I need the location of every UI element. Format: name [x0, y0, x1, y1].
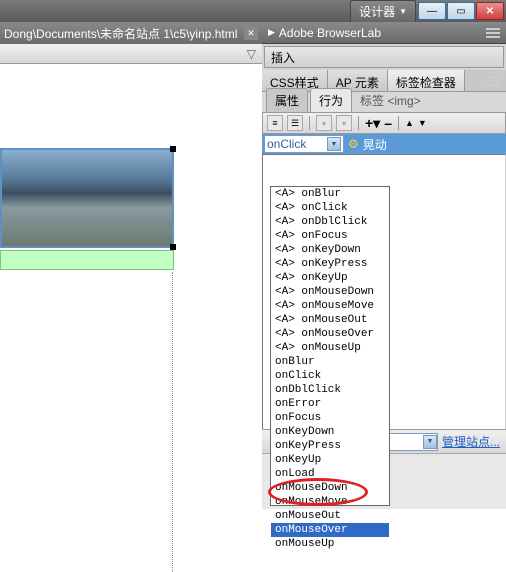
chevron-down-icon: ▼: [423, 435, 437, 449]
indent-right-icon[interactable]: ▫: [336, 115, 352, 131]
view-detail-icon[interactable]: ☰: [287, 115, 303, 131]
dropdown-item[interactable]: onKeyDown: [271, 425, 389, 439]
dropdown-item[interactable]: onClick: [271, 369, 389, 383]
remove-behavior-button[interactable]: –: [384, 115, 392, 131]
document-path: Dong\Documents\未命名站点 1\c5\yinp.html: [4, 25, 244, 42]
dropdown-item[interactable]: <A> onKeyPress: [271, 257, 389, 271]
dropdown-item[interactable]: <A> onBlur: [271, 187, 389, 201]
document-area: Dong\Documents\未命名站点 1\c5\yinp.html ✕ ▽: [0, 22, 262, 509]
manage-sites-link[interactable]: 管理站点...: [442, 433, 500, 450]
close-button[interactable]: ✕: [476, 2, 504, 20]
dropdown-item[interactable]: onMouseDown: [271, 481, 389, 495]
behavior-row[interactable]: onClick ▼ ⚙ 晃动: [262, 134, 506, 154]
view-list-icon[interactable]: ≡: [267, 115, 283, 131]
dropdown-item[interactable]: onKeyUp: [271, 453, 389, 467]
gear-icon[interactable]: ⚙: [348, 137, 359, 151]
panel-menu-icon[interactable]: [486, 76, 500, 86]
dropdown-item[interactable]: <A> onKeyDown: [271, 243, 389, 257]
action-label: 晃动: [363, 136, 387, 153]
dropdown-item[interactable]: onBlur: [271, 355, 389, 369]
dropdown-item[interactable]: onMouseOut: [271, 509, 389, 523]
indent-left-icon[interactable]: ▫: [316, 115, 332, 131]
designer-label: 设计器: [359, 3, 395, 20]
subtab-behaviors[interactable]: 行为: [310, 88, 352, 112]
browserlab-panel-header[interactable]: ▶ Adobe BrowserLab: [262, 22, 506, 44]
designer-dropdown[interactable]: 设计器 ▼: [350, 0, 416, 23]
dropdown-item[interactable]: onDblClick: [271, 383, 389, 397]
dropdown-item[interactable]: <A> onMouseMove: [271, 299, 389, 313]
dropdown-item[interactable]: onMouseOver: [271, 523, 389, 537]
tag-label: 标签 <img>: [354, 89, 427, 112]
dropdown-item[interactable]: onError: [271, 397, 389, 411]
resize-handle[interactable]: [170, 146, 176, 152]
dropdown-item[interactable]: onMouseUp: [271, 537, 389, 551]
chevron-down-icon[interactable]: ▼: [327, 137, 341, 151]
subtab-attributes[interactable]: 属性: [266, 88, 308, 112]
dropdown-item[interactable]: <A> onFocus: [271, 229, 389, 243]
add-behavior-button[interactable]: +▾: [365, 115, 380, 132]
window-titlebar: 设计器 ▼ — ▭ ✕: [0, 0, 506, 22]
filter-toolbar: ▽: [0, 44, 262, 64]
dropdown-item[interactable]: <A> onClick: [271, 201, 389, 215]
tab-inspector[interactable]: 标签检查器: [388, 70, 465, 91]
move-up-icon[interactable]: ▲: [405, 118, 414, 128]
insert-label: 插入: [271, 49, 295, 66]
guide-line: [172, 272, 173, 572]
event-dropdown[interactable]: <A> onBlur<A> onClick<A> onDblClick<A> o…: [270, 186, 390, 506]
dropdown-item[interactable]: <A> onMouseOver: [271, 327, 389, 341]
dropdown-item[interactable]: <A> onDblClick: [271, 215, 389, 229]
selected-image[interactable]: [0, 148, 174, 248]
event-selected: onClick: [267, 137, 306, 151]
design-canvas[interactable]: [0, 64, 262, 509]
panel-menu-icon[interactable]: [486, 28, 500, 38]
dropdown-item[interactable]: <A> onMouseOut: [271, 313, 389, 327]
minimize-button[interactable]: —: [418, 2, 446, 20]
insert-panel[interactable]: 插入: [264, 46, 504, 68]
panel-title: Adobe BrowserLab: [279, 26, 381, 40]
dropdown-item[interactable]: <A> onMouseUp: [271, 341, 389, 355]
element-highlight: [0, 250, 174, 270]
dropdown-item[interactable]: onKeyPress: [271, 439, 389, 453]
tab-close-icon[interactable]: ✕: [244, 26, 258, 40]
move-down-icon[interactable]: ▼: [418, 118, 427, 128]
dropdown-item[interactable]: <A> onKeyUp: [271, 271, 389, 285]
maximize-button[interactable]: ▭: [447, 2, 475, 20]
chevron-down-icon: ▼: [399, 7, 407, 16]
event-combobox[interactable]: onClick ▼: [264, 135, 344, 153]
dropdown-item[interactable]: onMouseMove: [271, 495, 389, 509]
dropdown-item[interactable]: <A> onMouseDown: [271, 285, 389, 299]
behaviors-toolbar: ≡ ☰ ▫ ▫ +▾ – ▲ ▼: [262, 112, 506, 134]
filter-icon[interactable]: ▽: [247, 47, 256, 61]
document-tab[interactable]: Dong\Documents\未命名站点 1\c5\yinp.html ✕: [0, 22, 262, 44]
dropdown-item[interactable]: onFocus: [271, 411, 389, 425]
collapse-icon[interactable]: ▶: [268, 27, 275, 38]
dropdown-item[interactable]: onLoad: [271, 467, 389, 481]
window-controls: — ▭ ✕: [418, 2, 504, 20]
inspector-subtabs: 属性 行为 标签 <img>: [262, 92, 506, 112]
